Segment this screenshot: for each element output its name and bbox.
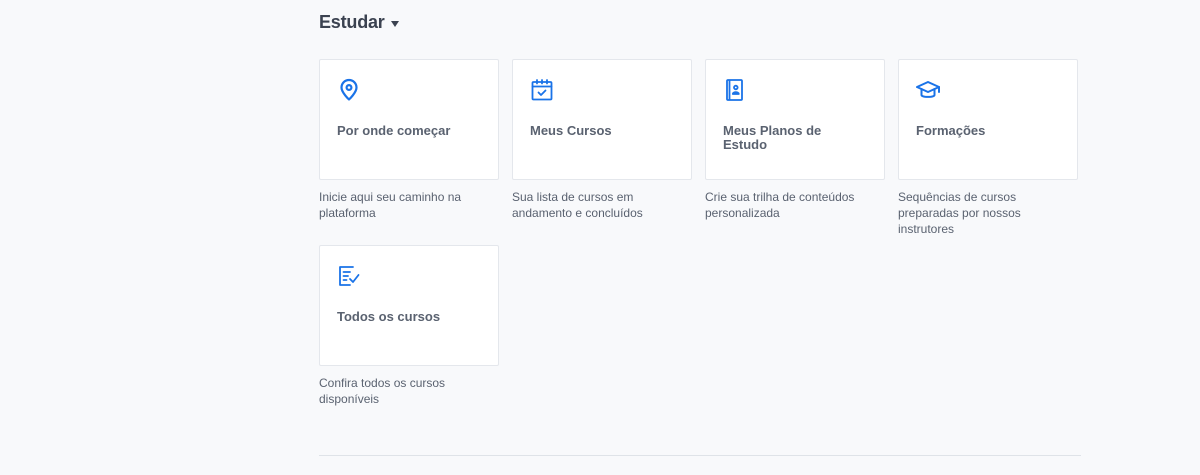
section-title: Estudar xyxy=(319,12,385,32)
card-label: Meus Cursos xyxy=(530,123,612,138)
card-meus-planos-de-estudo[interactable]: Meus Planos de Estudo xyxy=(705,59,885,180)
map-pin-icon xyxy=(337,78,361,102)
card-meus-cursos[interactable]: Meus Cursos xyxy=(512,59,692,180)
menu-item-por-onde-comecar: Por onde começar Inicie aqui seu caminho… xyxy=(319,59,499,221)
menu-item-meus-cursos: Meus Cursos Sua lista de cursos em andam… xyxy=(512,59,692,221)
card-description: Sua lista de cursos em andamento e concl… xyxy=(512,190,643,220)
menu-item-todos-os-cursos: Todos os cursos Confira todos os cursos … xyxy=(319,245,499,407)
study-plan-book-icon xyxy=(723,78,747,102)
card-description: Confira todos os cursos disponíveis xyxy=(319,376,446,406)
calendar-check-icon xyxy=(530,78,554,102)
card-por-onde-comecar[interactable]: Por onde começar xyxy=(319,59,499,180)
page: Estudar Por onde começar Inicie aqui seu… xyxy=(0,0,1200,475)
checklist-icon xyxy=(337,264,361,288)
card-formacoes[interactable]: Formações xyxy=(898,59,1078,180)
menu-item-meus-planos-de-estudo: Meus Planos de Estudo Crie sua trilha de… xyxy=(705,59,885,221)
card-label: Formações xyxy=(916,123,986,138)
card-label: Todos os cursos xyxy=(337,309,441,324)
menu-item-formacoes: Formações Sequências de cursos preparada… xyxy=(898,59,1078,237)
card-label: Por onde começar xyxy=(337,123,451,138)
card-label: Meus Planos de Estudo xyxy=(723,123,822,152)
card-description: Inicie aqui seu caminho na plataforma xyxy=(319,190,462,220)
card-description: Sequências de cursos preparadas por noss… xyxy=(898,190,1021,236)
card-description: Crie sua trilha de conteúdos personaliza… xyxy=(705,190,855,220)
section-divider xyxy=(319,455,1081,456)
caret-down-icon xyxy=(390,20,399,27)
card-todos-os-cursos[interactable]: Todos os cursos xyxy=(319,245,499,366)
section-toggle-estudar[interactable]: Estudar xyxy=(319,12,399,33)
graduation-cap-icon xyxy=(916,78,940,102)
